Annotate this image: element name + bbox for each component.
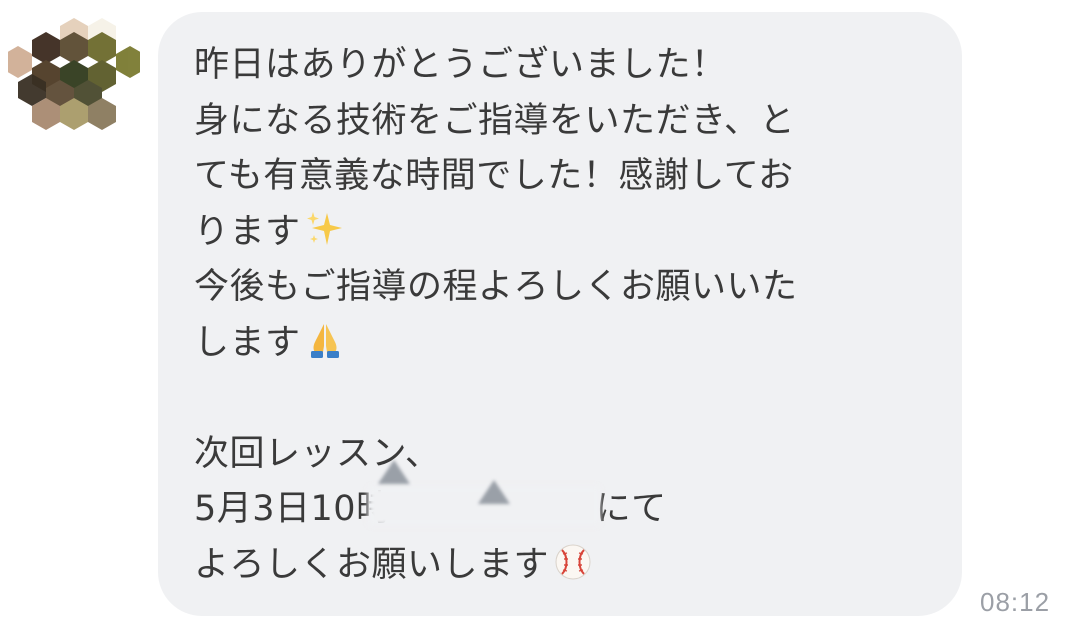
- message-line-with-emoji: よろしくお願いします: [194, 538, 934, 594]
- message-line-text: 5月3日10時: [194, 489, 392, 529]
- message-line-with-redaction: 5月3日10時 にて: [194, 460, 934, 538]
- chat-screen: 昨日はありがとうございました！ 身になる技術をご指導をいただき、と ても有意義な…: [0, 0, 1080, 635]
- message-line: 身になる技術をご指導をいただき、と: [194, 100, 796, 141]
- message-line-text: にて: [595, 489, 667, 529]
- avatar-mosaic: [8, 18, 140, 130]
- folded-hands-icon: [305, 320, 345, 360]
- sparkles-icon: [305, 209, 345, 249]
- message-line-with-emoji: します: [194, 316, 934, 372]
- message-line-text: よろしくお願いします: [194, 544, 550, 585]
- message-bubble[interactable]: 昨日はありがとうございました！ 身になる技術をご指導をいただき、と ても有意義な…: [158, 12, 962, 616]
- message-line: ても有意義な時間でした！感謝してお: [194, 156, 794, 196]
- message-line: 次回レッスン、: [194, 433, 441, 474]
- redacted-text: [367, 460, 600, 526]
- message-timestamp: 08:12: [980, 587, 1051, 617]
- message-line-text: します: [194, 322, 301, 363]
- message-line: 昨日はありがとうございました！: [194, 45, 727, 85]
- message-line-text: ります: [194, 211, 301, 252]
- sender-avatar[interactable]: [8, 18, 140, 130]
- message-text: 昨日はありがとうございました！ 身になる技術をご指導をいただき、と ても有意義な…: [194, 38, 934, 593]
- message-line-with-emoji: ります: [194, 205, 934, 261]
- message-line: 今後もご指導の程よろしくお願いいた: [194, 267, 798, 307]
- baseball-icon: [553, 542, 593, 582]
